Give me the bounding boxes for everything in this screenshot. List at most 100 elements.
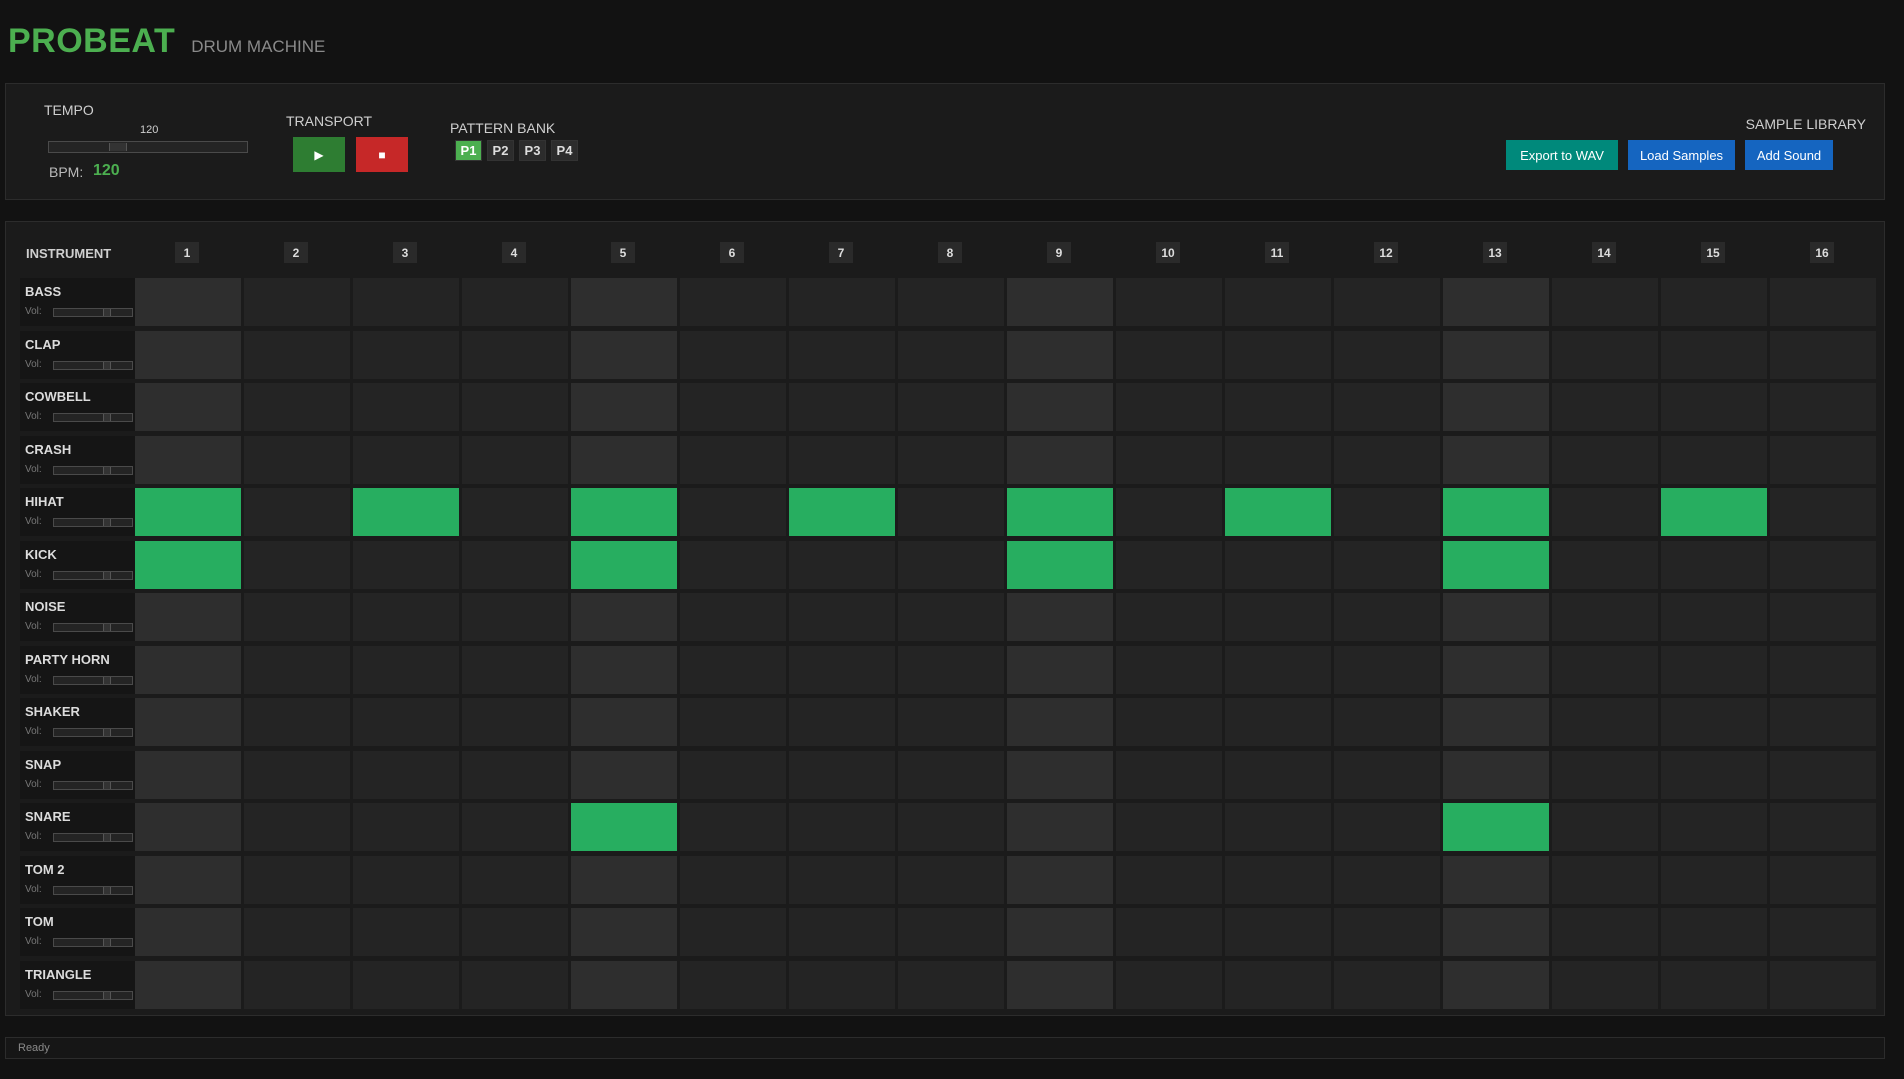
volume-slider-thumb[interactable] [103,519,111,526]
step-cell[interactable] [1007,278,1113,326]
step-cell[interactable] [1225,593,1331,641]
volume-slider-thumb[interactable] [103,676,111,684]
step-cell[interactable] [462,750,568,799]
step-cell[interactable] [135,540,241,589]
step-cell[interactable] [1443,330,1549,379]
step-cell[interactable] [1443,960,1549,1009]
volume-slider-thumb[interactable] [103,991,111,999]
step-cell[interactable] [1334,593,1440,641]
step-cell[interactable] [462,960,568,1009]
tempo-slider[interactable] [48,141,248,153]
volume-slider-thumb[interactable] [103,309,111,316]
step-cell[interactable] [244,593,350,641]
step-cell[interactable] [789,488,895,536]
step-cell[interactable] [571,645,677,694]
step-cell[interactable] [789,540,895,589]
step-cell[interactable] [1334,540,1440,589]
step-cell[interactable] [1116,540,1222,589]
step-cell[interactable] [353,960,459,1009]
step-cell[interactable] [1443,435,1549,484]
step-cell[interactable] [680,488,786,536]
step-cell[interactable] [1007,750,1113,799]
step-cell[interactable] [1007,960,1113,1009]
volume-slider[interactable] [53,780,133,790]
step-cell[interactable] [1770,698,1876,746]
step-cell[interactable] [1552,488,1658,536]
step-cell[interactable] [1443,278,1549,326]
step-cell[interactable] [1661,435,1767,484]
step-cell[interactable] [462,330,568,379]
step-cell[interactable] [1770,488,1876,536]
step-cell[interactable] [1661,540,1767,589]
step-cell[interactable] [680,540,786,589]
step-cell[interactable] [680,855,786,904]
step-cell[interactable] [1552,645,1658,694]
step-cell[interactable] [1007,908,1113,956]
step-cell[interactable] [1225,330,1331,379]
step-cell[interactable] [898,330,1004,379]
step-cell[interactable] [1225,750,1331,799]
step-cell[interactable] [1225,488,1331,536]
step-cell[interactable] [898,698,1004,746]
step-cell[interactable] [1552,750,1658,799]
volume-slider[interactable] [53,885,133,895]
step-cell[interactable] [1770,750,1876,799]
volume-slider-thumb[interactable] [103,939,111,946]
step-cell[interactable] [244,383,350,431]
volume-slider-thumb[interactable] [103,414,111,421]
step-cell[interactable] [1552,960,1658,1009]
volume-slider-thumb[interactable] [103,729,111,736]
volume-slider-thumb[interactable] [103,886,111,894]
step-cell[interactable] [898,908,1004,956]
step-cell[interactable] [1443,488,1549,536]
step-cell[interactable] [462,803,568,851]
step-cell[interactable] [1225,908,1331,956]
step-cell[interactable] [353,750,459,799]
step-cell[interactable] [244,855,350,904]
step-cell[interactable] [462,855,568,904]
pattern-button-p2[interactable]: P2 [487,140,514,161]
volume-slider[interactable] [53,570,133,580]
step-cell[interactable] [571,698,677,746]
step-cell[interactable] [1552,435,1658,484]
step-cell[interactable] [571,383,677,431]
step-cell[interactable] [1770,960,1876,1009]
step-cell[interactable] [1225,645,1331,694]
step-cell[interactable] [1116,593,1222,641]
step-cell[interactable] [680,908,786,956]
pattern-button-p4[interactable]: P4 [551,140,578,161]
step-cell[interactable] [898,488,1004,536]
step-cell[interactable] [1770,435,1876,484]
step-cell[interactable] [1661,855,1767,904]
step-cell[interactable] [789,330,895,379]
volume-slider-thumb[interactable] [103,781,111,789]
step-cell[interactable] [1552,540,1658,589]
step-cell[interactable] [898,435,1004,484]
step-cell[interactable] [1116,645,1222,694]
step-cell[interactable] [353,330,459,379]
step-cell[interactable] [571,488,677,536]
step-cell[interactable] [244,698,350,746]
step-cell[interactable] [135,750,241,799]
step-cell[interactable] [1334,960,1440,1009]
volume-slider[interactable] [53,308,133,317]
step-cell[interactable] [135,960,241,1009]
step-cell[interactable] [1116,488,1222,536]
step-cell[interactable] [244,540,350,589]
step-cell[interactable] [571,908,677,956]
step-cell[interactable] [1443,645,1549,694]
step-cell[interactable] [1007,383,1113,431]
step-cell[interactable] [1334,488,1440,536]
volume-slider[interactable] [53,465,133,475]
step-cell[interactable] [244,645,350,694]
step-cell[interactable] [1443,855,1549,904]
step-cell[interactable] [571,960,677,1009]
step-cell[interactable] [1334,435,1440,484]
step-cell[interactable] [1443,698,1549,746]
volume-slider-thumb[interactable] [103,466,111,474]
volume-slider[interactable] [53,938,133,947]
step-cell[interactable] [898,750,1004,799]
pattern-button-p1[interactable]: P1 [455,140,482,161]
step-cell[interactable] [680,278,786,326]
step-cell[interactable] [244,803,350,851]
